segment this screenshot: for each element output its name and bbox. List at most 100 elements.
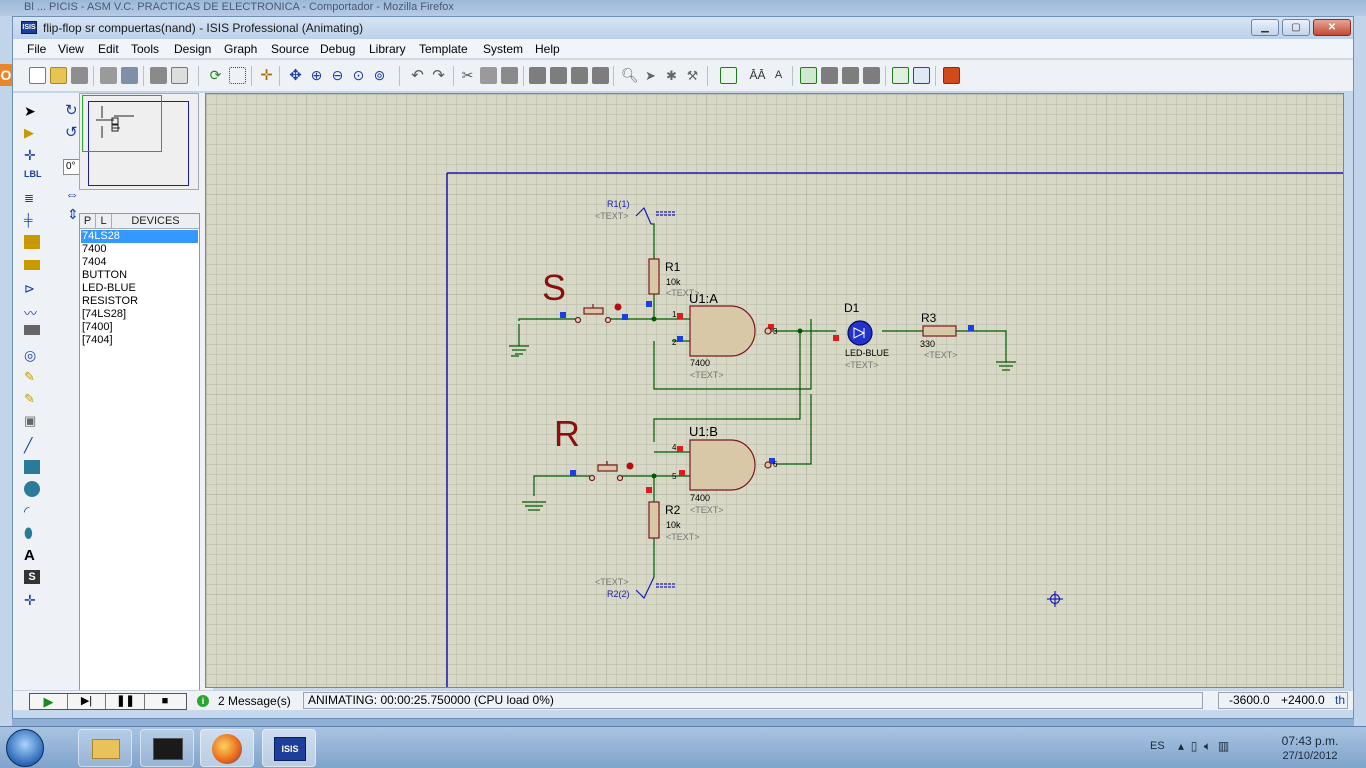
import-icon[interactable] (100, 67, 117, 84)
component-mode-icon[interactable]: ▶ (24, 125, 40, 140)
junction-dot-icon[interactable]: ✛ (24, 147, 40, 163)
make-device-icon[interactable]: ➤ (642, 67, 659, 84)
device-item[interactable]: [74LS28] (81, 308, 198, 321)
voltage-probe-icon[interactable]: ✎ (24, 369, 40, 384)
wire-autorouter-icon[interactable] (720, 67, 737, 84)
property-assignment-icon[interactable]: A (770, 67, 787, 84)
grid-toggle-icon[interactable] (229, 67, 246, 84)
device-item[interactable]: 7400 (81, 243, 198, 256)
zoom-all-icon[interactable]: ⊙ (350, 67, 367, 84)
new-sheet-icon[interactable] (800, 67, 817, 84)
menu-debug[interactable]: Debug (320, 42, 355, 56)
language-indicator[interactable]: ES (1150, 740, 1165, 752)
menu-view[interactable]: View (58, 42, 84, 56)
clock-date[interactable]: 27/10/2012 (1275, 750, 1345, 762)
packaging-icon[interactable]: ✱ (663, 67, 680, 84)
menu-template[interactable]: Template (419, 42, 468, 56)
schematic-canvas[interactable]: S R U1:A 7400 <TEXT> 1 2 3 U1:B 7400 <TE… (205, 93, 1344, 688)
copy-icon[interactable] (480, 67, 497, 84)
device-item[interactable]: 74LS28 (81, 230, 198, 243)
device-item[interactable]: [7404] (81, 334, 198, 347)
goto-sheet-icon[interactable] (842, 67, 859, 84)
overview-window[interactable] (79, 93, 199, 190)
pan-icon[interactable]: ✥ (287, 67, 304, 84)
device-pins-icon[interactable]: ⊳ (24, 281, 40, 296)
line-tool-icon[interactable]: ╱ (24, 437, 40, 453)
terminals-icon[interactable] (24, 260, 40, 270)
message-info-icon[interactable]: i (197, 695, 209, 707)
menu-file[interactable]: File (27, 42, 46, 56)
netlist-icon[interactable] (892, 67, 909, 84)
menu-graph[interactable]: Graph (224, 42, 257, 56)
buses-icon[interactable]: ╪ (24, 213, 40, 227)
device-item[interactable]: LED-BLUE (81, 282, 198, 295)
app-taskbar-icon[interactable] (140, 729, 194, 767)
block-move-icon[interactable] (550, 67, 567, 84)
electrical-check-icon[interactable] (913, 67, 930, 84)
zoom-area-icon[interactable]: ⊚ (371, 67, 388, 84)
isis-taskbar-icon[interactable]: ISIS (262, 729, 316, 767)
play-button[interactable]: ▶ (30, 694, 68, 709)
rotate-ccw-icon[interactable]: ↺ (65, 123, 78, 141)
message-count[interactable]: 2 Message(s) (218, 694, 291, 708)
arc-tool-icon[interactable]: ◜ (24, 503, 40, 519)
device-item[interactable]: RESISTOR (81, 295, 198, 308)
device-item[interactable]: BUTTON (81, 269, 198, 282)
subcircuit-icon[interactable] (24, 235, 40, 249)
tray-icons[interactable]: ▴ ▯ 🔈︎ ▥ (1178, 739, 1229, 754)
circle-tool-icon[interactable] (24, 481, 40, 497)
stop-button[interactable]: ■ (146, 694, 184, 709)
export-icon[interactable] (121, 67, 138, 84)
pause-button[interactable]: ❚❚ (107, 694, 145, 709)
wire-label-icon[interactable]: LBL (24, 169, 42, 183)
block-rotate-icon[interactable] (571, 67, 588, 84)
block-delete-icon[interactable] (592, 67, 609, 84)
tape-recorder-icon[interactable] (24, 325, 40, 335)
generator-icon[interactable]: ◎ (24, 347, 40, 363)
menu-edit[interactable]: Edit (98, 42, 119, 56)
pick-device-icon[interactable]: 🔍︎ (621, 67, 639, 84)
symbol-tool-icon[interactable]: S (24, 570, 40, 584)
search-tag-icon[interactable]: ĀĀ (749, 67, 766, 84)
library-manager-button[interactable]: L (96, 214, 112, 228)
graph-icon[interactable]: 〰 (24, 303, 40, 321)
virtual-instruments-icon[interactable]: ▣ (24, 413, 40, 428)
menu-help[interactable]: Help (535, 42, 560, 56)
zoom-out-icon[interactable]: ⊖ (329, 67, 346, 84)
undo-icon[interactable]: ↶ (409, 67, 426, 84)
menu-source[interactable]: Source (271, 42, 309, 56)
device-item[interactable]: 7404 (81, 256, 198, 269)
remove-sheet-icon[interactable] (821, 67, 838, 84)
bill-of-materials-icon[interactable] (863, 67, 880, 84)
explorer-taskbar-icon[interactable] (78, 729, 132, 767)
clock-time[interactable]: 07:43 p.m. (1275, 734, 1345, 748)
cut-icon[interactable]: ✂ (459, 67, 476, 84)
device-item[interactable]: [7400] (81, 321, 198, 334)
minimize-button[interactable]: ▁ (1251, 19, 1279, 36)
close-button[interactable]: ✕ (1313, 19, 1351, 36)
paste-icon[interactable] (501, 67, 518, 84)
text-tool-icon[interactable]: A (24, 547, 40, 564)
origin-icon[interactable]: ✛ (258, 67, 275, 84)
box-tool-icon[interactable] (24, 460, 40, 474)
maximize-button[interactable]: ▢ (1282, 19, 1310, 36)
zoom-in-icon[interactable]: ⊕ (308, 67, 325, 84)
print-area-icon[interactable] (171, 67, 188, 84)
menu-system[interactable]: System (483, 42, 523, 56)
title-bar[interactable]: ISIS flip-flop sr compuertas(nand) - ISI… (13, 17, 1353, 39)
firefox-taskbar-icon[interactable] (200, 729, 254, 767)
open-folder-icon[interactable] (50, 67, 67, 84)
step-button[interactable]: ▶| (68, 694, 106, 709)
current-probe-icon[interactable]: ✎ (24, 391, 40, 406)
start-button[interactable] (6, 729, 44, 767)
rotate-cw-icon[interactable]: ↻ (65, 101, 78, 119)
mirror-y-icon[interactable]: ⇕ (67, 206, 79, 223)
new-file-icon[interactable] (29, 67, 46, 84)
selection-mode-icon[interactable]: ➤ (24, 103, 40, 119)
marker-tool-icon[interactable]: ✛ (24, 592, 40, 608)
ares-icon[interactable] (943, 67, 960, 84)
mirror-x-icon[interactable]: ⇔ (65, 186, 79, 202)
menu-library[interactable]: Library (369, 42, 406, 56)
path-tool-icon[interactable]: ⬮ (24, 525, 40, 541)
block-copy-icon[interactable] (529, 67, 546, 84)
